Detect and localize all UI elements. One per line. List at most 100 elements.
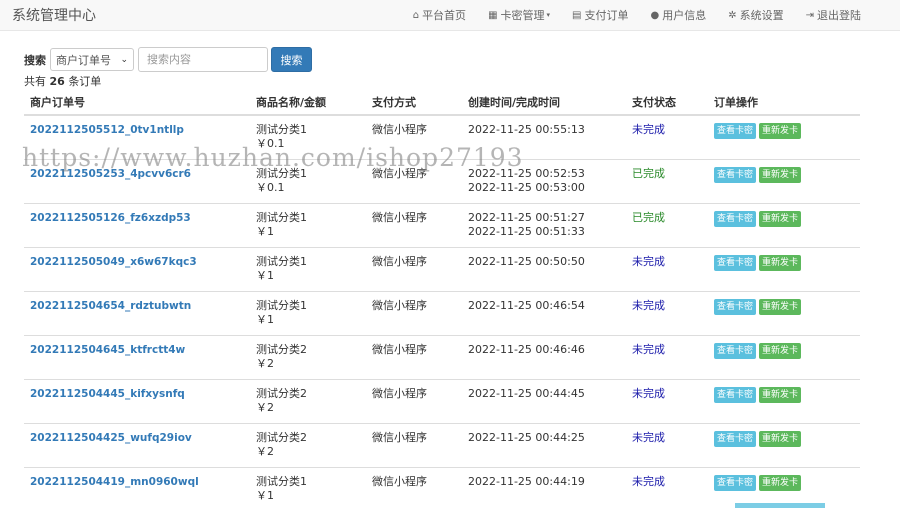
resend-card-button[interactable]: 重新发卡 [759,211,801,227]
resend-card-button[interactable]: 重新发卡 [759,299,801,315]
order-id-cell: 2022112505512_0tv1ntllp [24,115,250,160]
col-product: 商品名称/金额 [250,90,366,115]
nav-item-5[interactable]: ⇥退出登陆 [795,0,872,30]
resend-card-button[interactable]: 重新发卡 [759,255,801,271]
status-cell: 已完成 [626,204,708,248]
col-actions: 订单操作 [708,90,860,115]
order-id-link[interactable]: 2022112505049_x6w67kqc3 [30,256,197,268]
order-id-link[interactable]: 2022112505253_4pcvv6cr6 [30,168,191,180]
status-badge: 未完成 [632,299,665,312]
pay-method-cell: 微信小程序 [366,160,462,204]
col-order-id: 商户订单号 [24,90,250,115]
order-id-link[interactable]: 2022112504425_wufq29iov [30,432,192,444]
resend-card-button[interactable]: 重新发卡 [759,387,801,403]
product-amount: ￥2 [256,445,366,459]
order-id-cell: 2022112504445_kifxysnfq [24,380,250,424]
order-id-cell: 2022112505126_fz6xzdp53 [24,204,250,248]
search-input[interactable] [138,47,268,72]
table-row: 2022112504645_ktfrctt4w测试分类2￥2微信小程序2022-… [24,336,860,380]
actions-cell: 查看卡密重新发卡 [708,248,860,292]
product-cell: 测试分类1￥0.1 [250,160,366,204]
product-amount: ￥2 [256,357,366,371]
nav-item-0[interactable]: ⌂平台首页 [402,0,477,30]
view-card-button[interactable]: 查看卡密 [714,475,756,491]
time-cell: 2022-11-25 00:44:19 [462,468,626,511]
orders-table: 商户订单号 商品名称/金额 支付方式 创建时间/完成时间 支付状态 订单操作 2… [24,90,860,511]
status-cell: 未完成 [626,248,708,292]
view-card-button[interactable]: 查看卡密 [714,431,756,447]
user-icon: ● [650,10,659,21]
created-time: 2022-11-25 00:50:50 [468,255,626,269]
actions-cell: 查看卡密重新发卡 [708,380,860,424]
status-cell: 未完成 [626,115,708,160]
search-label: 搜索 [24,52,46,68]
search-button[interactable]: 搜索 [271,47,312,72]
nav-item-2[interactable]: ▤支付订单 [561,0,639,30]
view-card-button[interactable]: 查看卡密 [714,123,756,139]
table-row: 2022112504445_kifxysnfq测试分类2￥2微信小程序2022-… [24,380,860,424]
grid-icon: ▦ [488,10,497,21]
product-cell: 测试分类2￥2 [250,424,366,468]
view-card-button[interactable]: 查看卡密 [714,167,756,183]
finished-time: 2022-11-25 00:53:00 [468,181,626,195]
actions-cell: 查看卡密重新发卡 [708,292,860,336]
order-count: 共有 26 条订单 [24,73,101,89]
nav-item-label: 支付订单 [584,7,628,23]
nav-menu: ⌂平台首页▦卡密管理▾▤支付订单●用户信息✲系统设置⇥退出登陆 [402,0,872,30]
resend-card-button[interactable]: 重新发卡 [759,475,801,491]
pay-method-cell: 微信小程序 [366,248,462,292]
nav-item-4[interactable]: ✲系统设置 [717,0,794,30]
product-name: 测试分类2 [256,387,366,401]
order-id-link[interactable]: 2022112505512_0tv1ntllp [30,124,184,136]
count-suffix: 条订单 [68,75,101,88]
nav-item-3[interactable]: ●用户信息 [639,0,717,30]
product-cell: 测试分类1￥1 [250,468,366,511]
nav-item-label: 系统设置 [740,7,784,23]
product-amount: ￥1 [256,313,366,327]
nav-item-label: 平台首页 [422,7,466,23]
product-name: 测试分类1 [256,299,366,313]
actions-cell: 查看卡密重新发卡 [708,424,860,468]
view-card-button[interactable]: 查看卡密 [714,255,756,271]
time-cell: 2022-11-25 00:46:46 [462,336,626,380]
created-time: 2022-11-25 00:44:25 [468,431,626,445]
time-cell: 2022-11-25 00:51:272022-11-25 00:51:33 [462,204,626,248]
search-bar: 搜索 商户订单号 ⌄ 搜索 [24,47,312,72]
status-badge: 未完成 [632,387,665,400]
home-icon: ⌂ [413,10,419,21]
table-row: 2022112505253_4pcvv6cr6 测试分类1￥0.1微信小程序 202… [24,160,860,204]
app-title[interactable]: 系统管理中心 [12,5,96,25]
order-id-link[interactable]: 2022112504445_kifxysnfq [30,388,185,400]
status-cell: 未完成 [626,336,708,380]
caret-down-icon: ▾ [547,11,551,19]
view-card-button[interactable]: 查看卡密 [714,299,756,315]
view-card-button[interactable]: 查看卡密 [714,211,756,227]
order-id-link[interactable]: 2022112504419_mn0960wql [30,476,199,488]
created-time: 2022-11-25 00:44:19 [468,475,626,489]
resend-card-button[interactable]: 重新发卡 [759,167,801,183]
order-id-cell: 2022112505253_4pcvv6cr6 [24,160,250,204]
order-id-link[interactable]: 2022112504654_rdztubwtn [30,300,191,312]
product-cell: 测试分类1￥1 [250,292,366,336]
product-cell: 测试分类2￥2 [250,336,366,380]
product-cell: 测试分类2￥2 [250,380,366,424]
search-field-select[interactable]: 商户订单号 ⌄ [50,48,134,71]
resend-card-button[interactable]: 重新发卡 [759,123,801,139]
order-id-link[interactable]: 2022112504645_ktfrctt4w [30,344,185,356]
count-prefix: 共有 [24,75,46,88]
nav-item-1[interactable]: ▦卡密管理▾ [477,0,561,30]
resend-card-button[interactable]: 重新发卡 [759,343,801,359]
status-cell: 未完成 [626,468,708,511]
table-row: 2022112504425_wufq29iov测试分类2￥2微信小程序2022-… [24,424,860,468]
status-cell: 已完成 [626,160,708,204]
order-id-link[interactable]: 2022112505126_fz6xzdp53 [30,212,191,224]
product-cell: 测试分类1￥1 [250,204,366,248]
view-card-button[interactable]: 查看卡密 [714,343,756,359]
status-badge: 已完成 [632,167,665,180]
time-cell: 2022-11-25 00:44:45 [462,380,626,424]
status-badge: 未完成 [632,431,665,444]
view-card-button[interactable]: 查看卡密 [714,387,756,403]
resend-card-button[interactable]: 重新发卡 [759,431,801,447]
table-row: 2022112505049_x6w67kqc3测试分类1￥1微信小程序2022-… [24,248,860,292]
order-id-cell: 2022112504425_wufq29iov [24,424,250,468]
